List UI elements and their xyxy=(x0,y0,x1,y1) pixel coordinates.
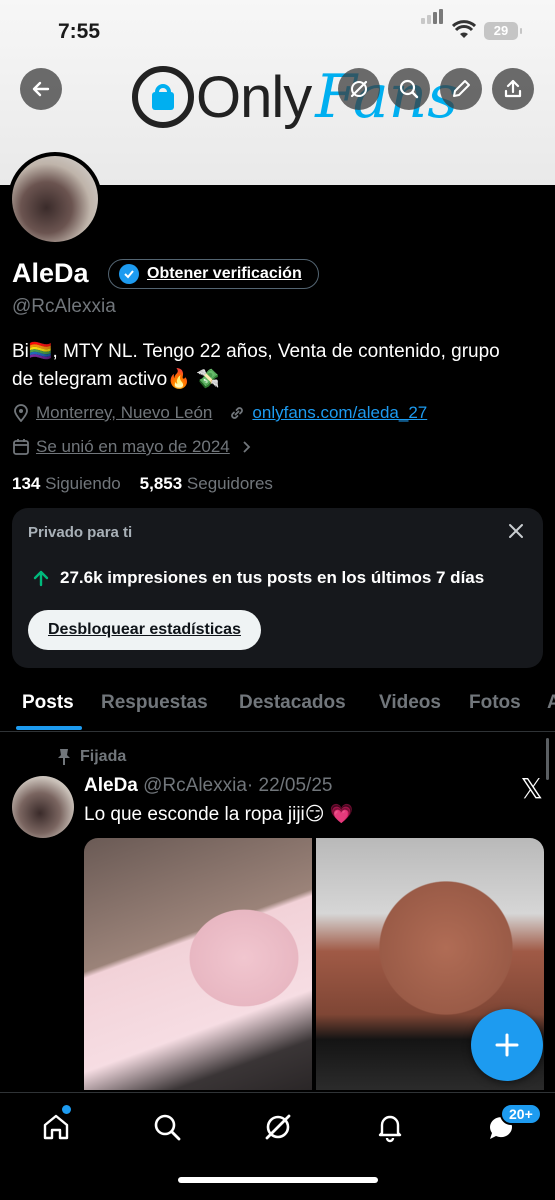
messages-badge: 20+ xyxy=(500,1103,542,1125)
pinned-indicator: Fijada xyxy=(56,748,126,766)
card-title: Privado para ti xyxy=(28,524,133,541)
home-notification-dot xyxy=(62,1105,71,1114)
profile-bio: Bi🏳️‍🌈, MTY NL. Tengo 22 años, Venta de … xyxy=(12,338,547,394)
following-label: Siguiendo xyxy=(45,474,121,493)
active-tab-indicator xyxy=(16,726,82,730)
grok-icon xyxy=(350,80,368,98)
impressions-text: 27.6k impresiones en tus posts en los úl… xyxy=(60,568,485,587)
get-verified-label: Obtener verificación xyxy=(147,265,302,282)
tab-photos[interactable]: Fotos xyxy=(469,692,521,714)
edit-icon xyxy=(453,80,470,97)
impressions-stat: 27.6k impresiones en tus posts en los úl… xyxy=(32,568,484,588)
notifications-icon[interactable] xyxy=(374,1111,406,1143)
profile-handle: @RcAlexxia xyxy=(12,296,116,317)
tab-posts[interactable]: Posts xyxy=(22,692,74,714)
close-icon[interactable] xyxy=(507,522,525,540)
followers-label: Seguidores xyxy=(186,474,273,493)
private-analytics-card: Privado para ti 27.6k impresiones en tus… xyxy=(12,508,543,668)
post-image-1[interactable] xyxy=(84,838,312,1090)
pinned-label: Fijada xyxy=(80,748,127,765)
verified-badge-icon xyxy=(119,264,139,284)
share-button[interactable] xyxy=(492,68,534,110)
post-handle: @RcAlexxia xyxy=(143,775,247,796)
share-icon xyxy=(504,79,522,98)
profile-avatar[interactable] xyxy=(8,152,102,246)
calendar-icon xyxy=(13,439,29,455)
back-arrow-icon xyxy=(32,81,50,97)
wifi-icon xyxy=(452,20,476,38)
profile-name: AleDa xyxy=(12,258,89,288)
tab-videos[interactable]: Videos xyxy=(379,692,441,714)
post-text: Lo que esconde la ropa jiji😏 💗 xyxy=(84,804,354,825)
grok-icon[interactable] xyxy=(262,1111,294,1143)
followers-count: 5,853 xyxy=(139,474,183,493)
status-time: 7:55 xyxy=(58,20,101,43)
chevron-right-icon xyxy=(243,441,251,453)
follow-stats: 134 Siguiendo 5,853 Seguidores xyxy=(12,474,273,494)
battery-indicator: 29 xyxy=(484,22,522,40)
following-count: 134 xyxy=(12,474,41,493)
lock-logo-icon xyxy=(132,66,194,128)
profile-website-link[interactable]: onlyfans.com/aleda_27 xyxy=(252,403,427,423)
bio-line-2: de telegram activo🔥 💸 xyxy=(12,369,220,390)
pin-icon xyxy=(58,749,70,765)
post-date: · 22/05/25 xyxy=(246,775,333,796)
profile-joined-row[interactable]: Se unió en mayo de 2024 xyxy=(12,437,254,457)
search-button[interactable] xyxy=(388,68,430,110)
home-indicator xyxy=(178,1177,378,1183)
link-icon xyxy=(231,407,244,419)
bottom-navigation: 20+ xyxy=(0,1092,555,1200)
grok-button[interactable] xyxy=(338,68,380,110)
unlock-stats-button[interactable]: Desbloquear estadísticas xyxy=(28,610,261,650)
arrow-up-icon xyxy=(33,570,49,587)
plus-icon xyxy=(495,1033,519,1057)
profile-meta-row: Monterrey, Nuevo León onlyfans.com/aleda… xyxy=(12,403,427,423)
location-pin-icon xyxy=(14,404,28,422)
post-author[interactable]: AleDa xyxy=(84,775,138,796)
search-icon[interactable] xyxy=(151,1111,183,1143)
scrollbar[interactable] xyxy=(546,738,549,780)
logo-text-fans: Fans xyxy=(315,62,459,132)
tab-more[interactable]: A xyxy=(547,692,555,714)
edit-button[interactable] xyxy=(440,68,482,110)
followers-link[interactable]: 5,853 Seguidores xyxy=(140,474,273,493)
tab-replies[interactable]: Respuestas xyxy=(101,692,208,714)
post-header: AleDa @RcAlexxia· 22/05/25 xyxy=(84,775,332,797)
get-verified-button[interactable]: Obtener verificación xyxy=(108,259,319,289)
profile-joined-date: Se unió en mayo de 2024 xyxy=(36,437,230,456)
tab-highlights[interactable]: Destacados xyxy=(239,692,346,714)
search-icon xyxy=(399,79,419,99)
status-bar: 7:55 29 xyxy=(0,0,555,60)
post-avatar[interactable] xyxy=(12,776,74,838)
logo-text-only: Only xyxy=(196,64,312,130)
x-logo-icon: 𝕏 xyxy=(520,773,543,804)
following-link[interactable]: 134 Siguiendo xyxy=(12,474,121,493)
profile-tabs: Posts Respuestas Destacados Videos Fotos… xyxy=(0,682,555,732)
bio-line-1: Bi🏳️‍🌈, MTY NL. Tengo 22 años, Venta de … xyxy=(12,341,500,362)
home-icon[interactable] xyxy=(40,1111,72,1143)
profile-location: Monterrey, Nuevo León xyxy=(36,403,213,422)
compose-post-button[interactable] xyxy=(471,1009,543,1081)
back-button[interactable] xyxy=(20,68,62,110)
